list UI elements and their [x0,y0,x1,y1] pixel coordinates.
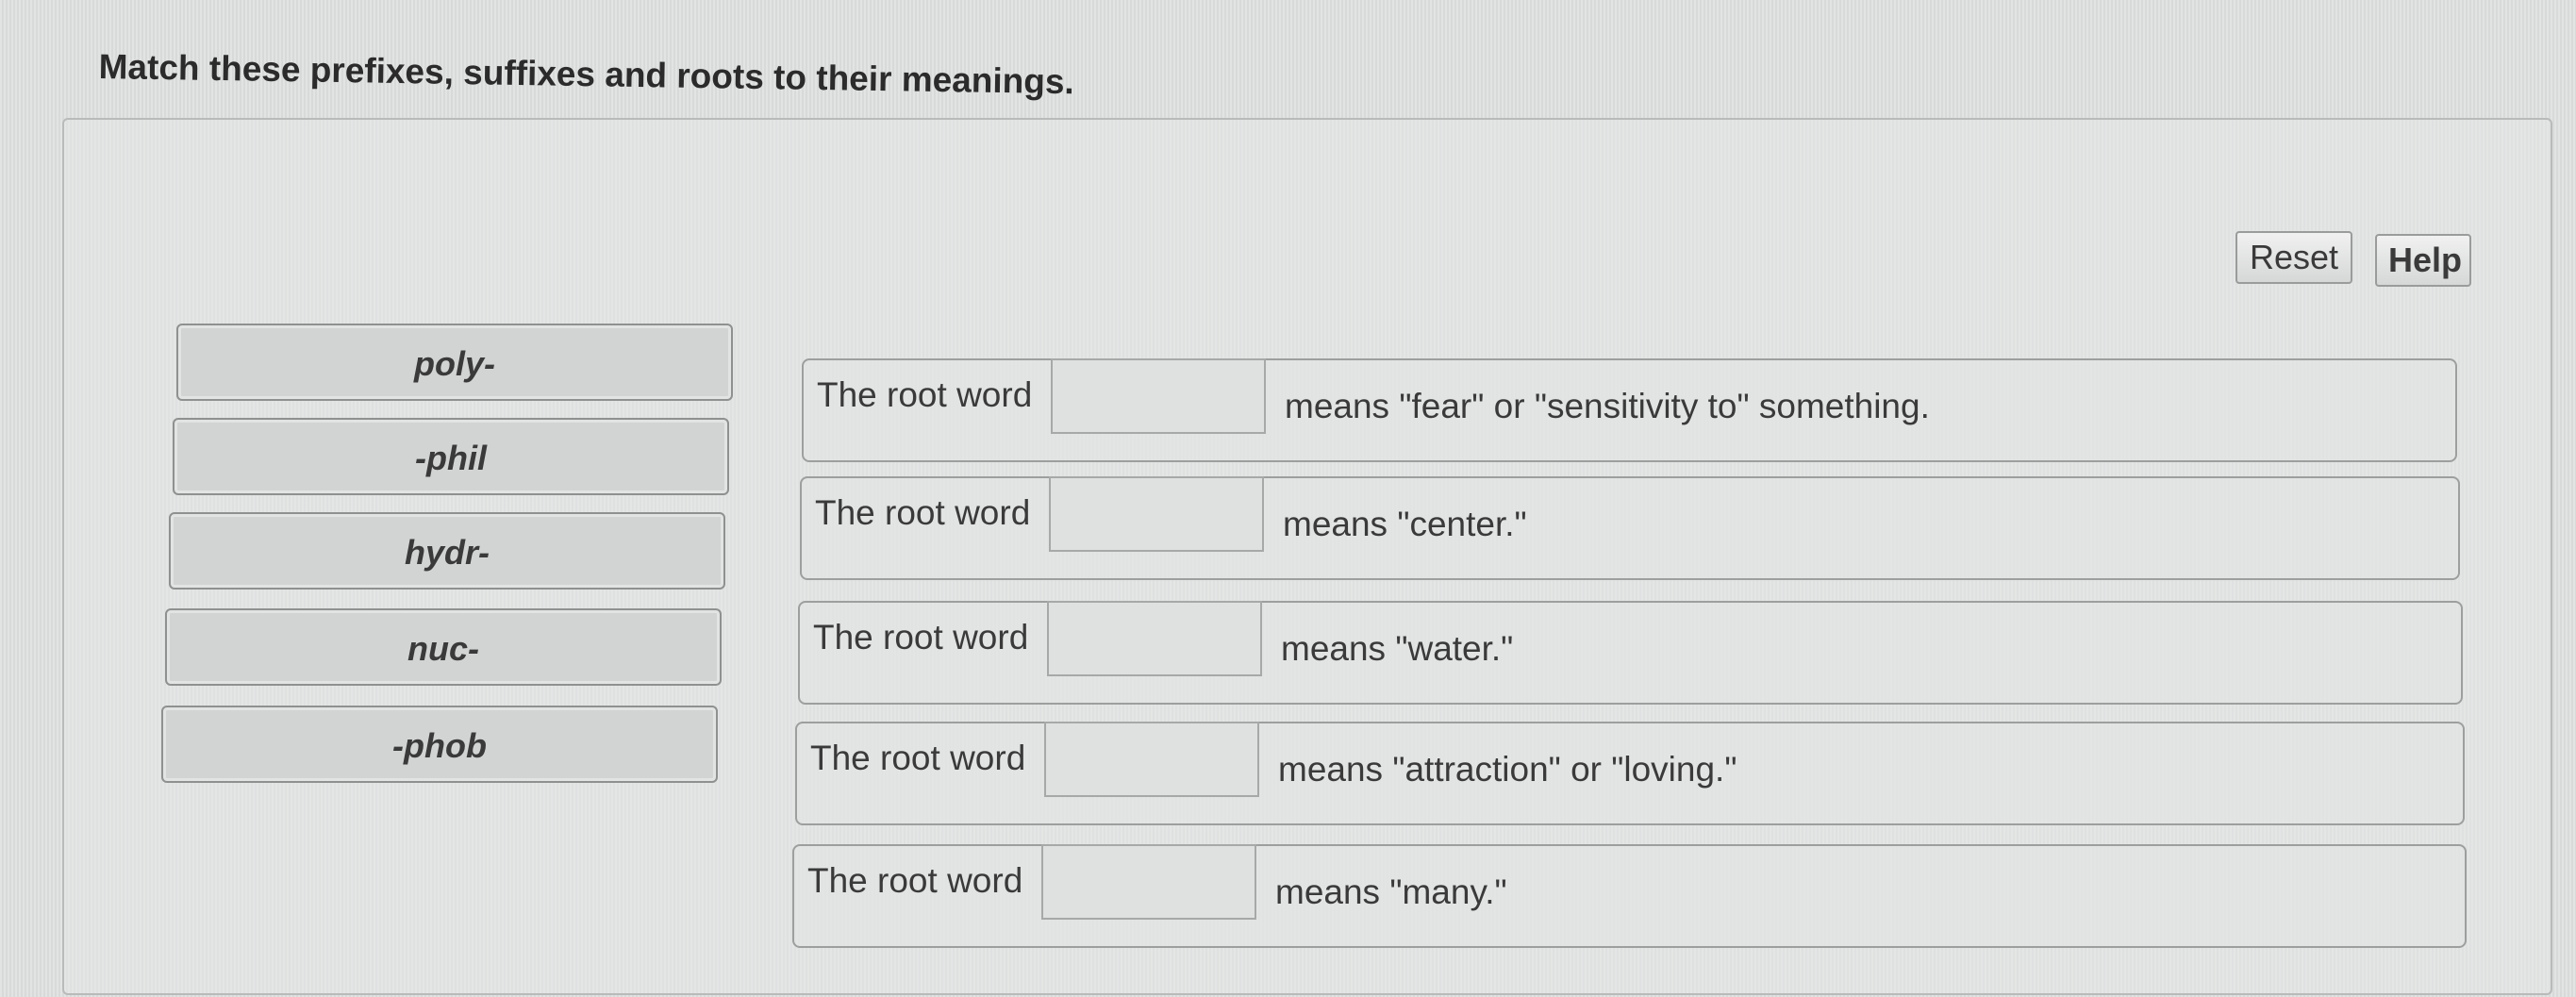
row-lead-text: The root word [815,493,1031,532]
row-meaning-text: means "fear" or "sensitivity to" somethi… [1285,387,1930,425]
row-lead-text: The root word [807,861,1023,900]
tile-label: poly- [414,344,495,383]
match-row-5: The root word means "many." [792,844,2467,948]
row-lead-text: The root word [817,375,1033,414]
instructions-heading: Match these prefixes, suffixes and roots… [98,47,1075,102]
row-meaning-text: means "center." [1283,505,1527,543]
draggable-tile-phob[interactable]: -phob [161,706,718,783]
reset-button[interactable]: Reset [2235,231,2352,284]
tile-label: -phob [392,726,487,765]
tile-label: nuc- [407,629,479,668]
row-lead-text: The root word [813,618,1029,656]
drop-target-2[interactable] [1049,476,1264,552]
match-row-4: The root word means "attraction" or "lov… [795,722,2465,825]
tile-label: -phil [415,439,487,477]
drop-target-3[interactable] [1047,601,1262,676]
tile-label: hydr- [405,533,490,572]
draggable-tile-hydr[interactable]: hydr- [169,512,725,590]
help-button[interactable]: Help [2375,234,2471,287]
draggable-tile-poly[interactable]: poly- [176,324,733,401]
drop-target-5[interactable] [1041,844,1256,920]
row-meaning-text: means "water." [1281,629,1514,668]
row-lead-text: The root word [810,739,1026,777]
row-meaning-text: means "attraction" or "loving." [1278,750,1737,789]
draggable-tile-nuc[interactable]: nuc- [165,608,722,686]
drop-target-4[interactable] [1044,722,1259,797]
match-row-1: The root word means "fear" or "sensitivi… [802,358,2457,462]
row-meaning-text: means "many." [1275,872,1507,911]
draggable-tile-phil[interactable]: -phil [173,418,729,495]
match-row-2: The root word means "center." [800,476,2460,580]
drop-target-1[interactable] [1051,358,1266,434]
match-row-3: The root word means "water." [798,601,2463,705]
